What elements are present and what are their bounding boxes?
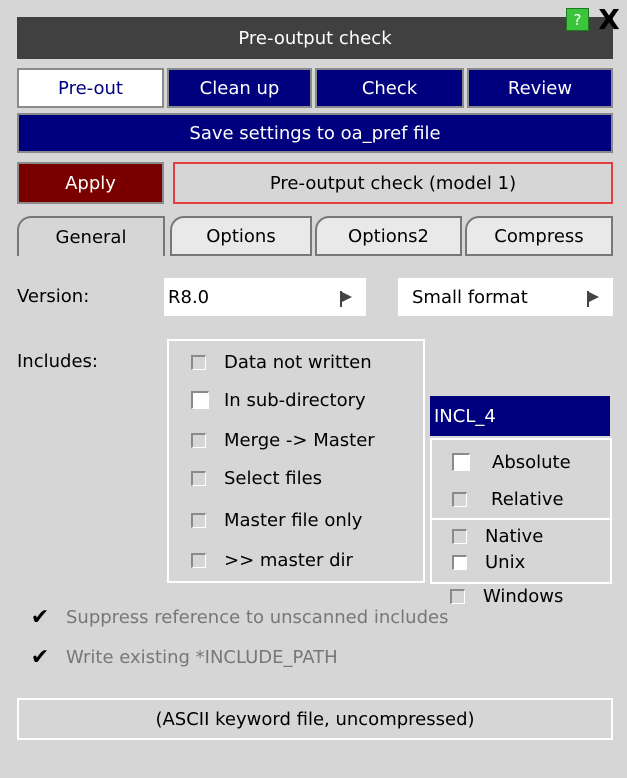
- version-label: Version:: [17, 285, 90, 307]
- checkmark-icon[interactable]: ✔: [28, 645, 52, 670]
- tab-pre-out[interactable]: Pre-out: [17, 68, 164, 108]
- option-native[interactable]: Native: [452, 524, 543, 548]
- option-master-file-only[interactable]: Master file only: [191, 505, 362, 535]
- include-options-panel: Data not written In sub-directory Merge …: [167, 339, 425, 583]
- divider: [432, 518, 610, 520]
- checkbox[interactable]: [191, 512, 206, 528]
- version-value: R8.0: [168, 286, 210, 308]
- checkbox[interactable]: [452, 491, 467, 507]
- model-selector[interactable]: Pre-output check (model 1): [173, 162, 613, 204]
- option-unix[interactable]: Unix: [452, 548, 525, 576]
- option-relative[interactable]: Relative: [452, 484, 564, 514]
- checkmark-icon[interactable]: ✔: [28, 605, 52, 630]
- help-button[interactable]: ?: [566, 8, 589, 31]
- checkbox[interactable]: [452, 453, 470, 471]
- option-in-sub-directory[interactable]: In sub-directory: [191, 385, 366, 415]
- option-data-not-written[interactable]: Data not written: [191, 347, 372, 377]
- include-name-field[interactable]: INCL_4: [430, 396, 610, 436]
- check-write-include-path[interactable]: ✔ Write existing *INCLUDE_PATH: [28, 642, 338, 672]
- format-value: Small format: [412, 286, 528, 308]
- checkbox[interactable]: [191, 470, 206, 486]
- checkbox[interactable]: [191, 432, 206, 448]
- subtab-options[interactable]: Options: [170, 216, 312, 256]
- file-type-status: (ASCII keyword file, uncompressed): [17, 698, 613, 740]
- apply-button[interactable]: Apply: [17, 162, 164, 204]
- save-settings-button[interactable]: Save settings to oa_pref file: [17, 113, 613, 153]
- checkbox[interactable]: [452, 554, 467, 570]
- dropdown-flag-icon: [340, 291, 352, 307]
- window-title: Pre-output check: [238, 27, 392, 49]
- checkbox[interactable]: [191, 552, 206, 568]
- check-suppress-reference[interactable]: ✔ Suppress reference to unscanned includ…: [28, 602, 449, 632]
- tab-check[interactable]: Check: [315, 68, 464, 108]
- option-select-files[interactable]: Select files: [191, 463, 322, 493]
- subtab-options2[interactable]: Options2: [315, 216, 462, 256]
- tab-clean-up[interactable]: Clean up: [167, 68, 312, 108]
- window-title-bar: Pre-output check: [17, 17, 613, 59]
- option-absolute[interactable]: Absolute: [452, 446, 571, 478]
- checkbox[interactable]: [191, 391, 209, 409]
- version-select[interactable]: R8.0: [164, 278, 366, 316]
- subtab-compress[interactable]: Compress: [465, 216, 613, 256]
- option-merge-master[interactable]: Merge -> Master: [191, 425, 375, 455]
- tab-review[interactable]: Review: [467, 68, 613, 108]
- dropdown-flag-icon: [587, 291, 599, 307]
- option-windows[interactable]: Windows: [450, 582, 563, 610]
- includes-label: Includes:: [17, 350, 98, 372]
- checkbox[interactable]: [452, 528, 467, 544]
- format-select[interactable]: Small format: [398, 278, 613, 316]
- checkbox[interactable]: [450, 588, 465, 604]
- close-button[interactable]: X: [592, 3, 626, 36]
- option-master-dir[interactable]: >> master dir: [191, 545, 353, 575]
- subtab-general[interactable]: General: [17, 216, 165, 256]
- path-options-panel: Absolute Relative Native Unix: [430, 438, 612, 584]
- checkbox[interactable]: [191, 354, 206, 370]
